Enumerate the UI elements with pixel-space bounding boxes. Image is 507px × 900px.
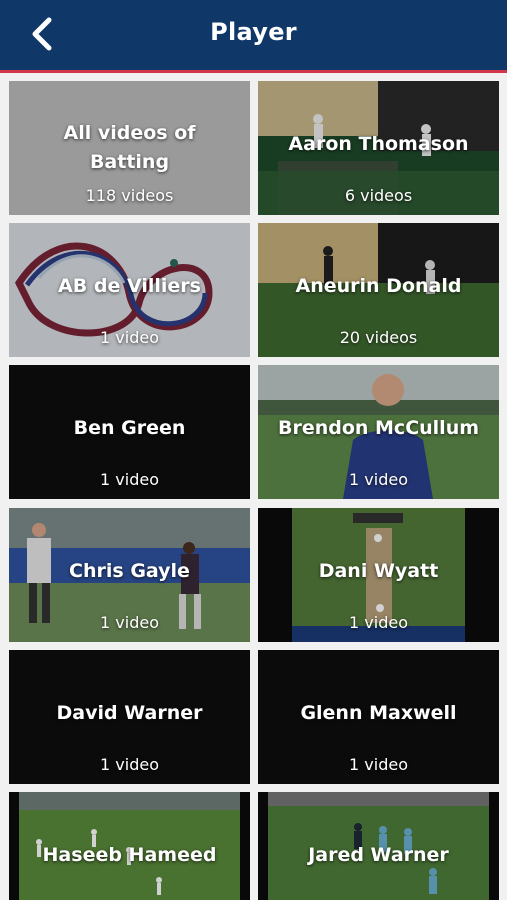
tile-video-count: 1 video bbox=[100, 328, 159, 347]
tile-title: AB de Villiers bbox=[58, 275, 201, 297]
tile-title: Glenn Maxwell bbox=[300, 702, 457, 724]
tile-glenn-maxwell[interactable]: Glenn Maxwell 1 video bbox=[258, 650, 499, 784]
tile-title: Dani Wyatt bbox=[318, 560, 439, 582]
tile-title: Chris Gayle bbox=[69, 560, 190, 582]
tile-video-count: 1 video bbox=[100, 613, 159, 632]
tile-title: David Warner bbox=[56, 702, 203, 724]
tile-video-count: 1 video bbox=[100, 755, 159, 774]
tile-title: Ben Green bbox=[73, 417, 186, 439]
tile-video-count: 1 video bbox=[349, 470, 408, 489]
tile-video-count: 1 video bbox=[349, 755, 408, 774]
tile-title: Aaron Thomason bbox=[288, 133, 469, 155]
tile-video-count: 118 videos bbox=[85, 186, 174, 205]
tile-ben-green[interactable]: Ben Green 1 video bbox=[9, 365, 250, 499]
tile-chris-gayle[interactable]: Chris Gayle 1 video bbox=[9, 508, 250, 642]
player-grid: All videos of Batting 118 videos Aaron T… bbox=[0, 73, 507, 900]
tile-brendon-mccullum[interactable]: Brendon McCullum 1 video bbox=[258, 365, 499, 499]
tile-title: Brendon McCullum bbox=[277, 417, 480, 439]
tile-aaron-thomason[interactable]: Aaron Thomason 6 videos bbox=[258, 81, 499, 215]
tile-all-videos-batting[interactable]: All videos of Batting 118 videos bbox=[9, 81, 250, 215]
tile-title: Aneurin Donald bbox=[295, 275, 462, 297]
tile-ab-de-villiers[interactable]: AB de Villiers 1 video bbox=[9, 223, 250, 357]
tile-video-count: 20 videos bbox=[339, 328, 418, 347]
tile-video-count: 6 videos bbox=[344, 186, 413, 205]
tile-dani-wyatt[interactable]: Dani Wyatt 1 video bbox=[258, 508, 499, 642]
tile-david-warner[interactable]: David Warner 1 video bbox=[9, 650, 250, 784]
tile-video-count: 1 video bbox=[100, 470, 159, 489]
page-title: Player bbox=[210, 18, 297, 46]
tile-title: Jared Warner bbox=[308, 844, 449, 866]
app-header: Player bbox=[0, 0, 507, 70]
tile-title: All videos of Batting bbox=[63, 122, 196, 173]
tile-aneurin-donald[interactable]: Aneurin Donald 20 videos bbox=[258, 223, 499, 357]
tile-haseeb-hameed[interactable]: Haseeb Hameed bbox=[9, 792, 250, 900]
tile-title: Haseeb Hameed bbox=[42, 844, 217, 866]
tile-jared-warner[interactable]: Jared Warner bbox=[258, 792, 499, 900]
tile-video-count: 1 video bbox=[349, 613, 408, 632]
